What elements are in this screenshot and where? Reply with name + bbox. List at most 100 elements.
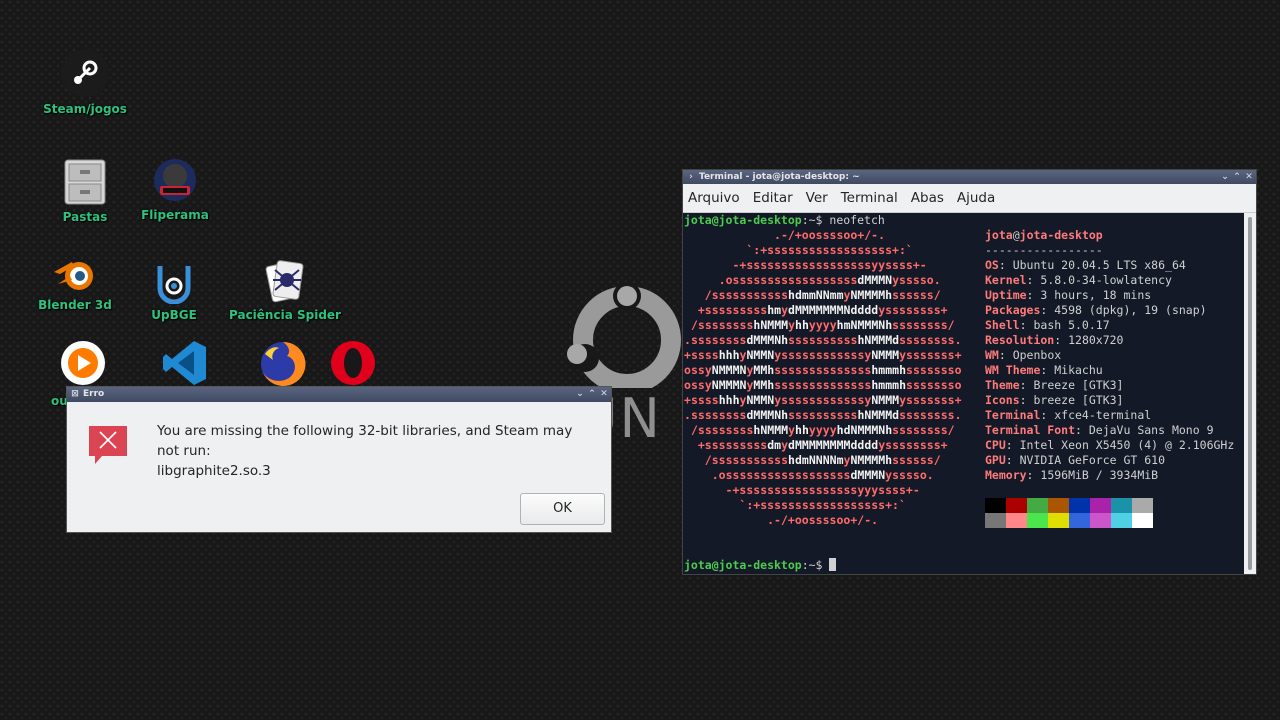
dialog-message-line: You are missing the following 32-bit lib… [157,423,573,459]
scrollbar-thumb[interactable] [1248,217,1252,570]
close-icon[interactable]: ✕ [599,389,609,399]
opera-icon [331,341,375,385]
ascii-art-line: +sssssssssdmydMMMMMMMMddddyssssssss+ [697,438,948,452]
color-swatch [1048,498,1069,513]
menu-arquivo[interactable]: Arquivo [688,190,740,206]
info-row: OS: Ubuntu 20.04.5 LTS x86_64 [985,258,1186,273]
prompt-user: jota@jota-desktop [684,213,802,227]
info-row: Icons: breeze [GTK3] [985,393,1123,408]
desktop-icon-opera[interactable] [293,340,413,386]
info-header: jota@jota-desktop [985,228,1103,243]
terminal-title: Terminal - jota@jota-desktop: ~ [699,172,860,182]
color-swatch [1069,513,1090,528]
upbge-icon [157,266,191,304]
info-key: Uptime [985,288,1027,302]
color-swatch [1048,513,1069,528]
ascii-art-line: .ossssssssssssssssssdMMMNysssso. [718,273,941,287]
dialog-titlebar[interactable]: ⊠ Erro ⌄ ⌃ ✕ [67,387,611,402]
info-value: : xfce4-terminal [1040,408,1152,422]
ascii-art-line: ossyNMMMNyMMhsssssssssssssshmmmhssssssso [684,378,962,392]
vscode-icon [163,341,206,385]
desktop-icon-fliperama[interactable]: Fliperama [115,158,235,222]
spider-solitaire-icon [265,260,304,303]
error-dialog: ⊠ Erro ⌄ ⌃ ✕ You are missing the followi… [66,386,612,533]
info-row: Shell: bash 5.0.17 [985,318,1110,333]
ascii-art-line: `:+ssssssssssssssssss+:` [746,243,913,257]
ascii-art-line: `:+ssssssssssssssssss+:` [739,498,906,512]
info-key: OS [985,258,999,272]
terminal-scrollbar[interactable] [1244,213,1256,574]
close-icon[interactable]: ✕ [1244,172,1254,182]
info-key: Shell [985,318,1020,332]
color-swatch [1027,498,1048,513]
ascii-art-line: .ossssssssssssssssssdMMMNysssso. [711,468,934,482]
desktop-icon-label: Fliperama [141,208,209,222]
color-swatch [1111,498,1132,513]
info-value: : Ubuntu 20.04.5 LTS x86_64 [998,258,1186,272]
info-key: Packages [985,303,1041,317]
info-value: : 1280x720 [1054,333,1124,347]
info-key: Memory [985,468,1027,482]
prompt-path: :~$ [801,558,823,572]
play-music-icon [61,341,105,385]
info-row: Terminal Font: DejaVu Sans Mono 9 [985,423,1214,438]
minimize-icon[interactable]: ⌄ [1220,172,1230,182]
prompt-line: jota@jota-desktop:~$ [684,558,837,573]
menu-ajuda[interactable]: Ajuda [957,190,995,206]
menu-terminal[interactable]: Terminal [841,190,898,206]
color-swatch [1006,513,1027,528]
minimize-icon[interactable]: ⌄ [575,389,585,399]
info-row: Memory: 1596MiB / 3934MiB [985,468,1158,483]
desktop-icon-upbge[interactable]: UpBGE [114,262,234,322]
color-swatch [1132,513,1153,528]
ascii-art-line: .-/+oossssoo+/-. [767,513,879,527]
info-row: Theme: Breeze [GTK3] [985,378,1123,393]
ascii-art-line: /sssssssshNMMMyhhyyyyhmNMMMNhssssssss/ [690,318,955,332]
menu-abas[interactable]: Abas [911,190,944,206]
steam-icon [61,49,109,97]
info-key: Kernel [985,273,1027,287]
ascii-art-line: ossyNMMMNyMMhsssssssssssssshmmmhssssssso [684,363,962,377]
maximize-icon[interactable]: ⌃ [587,389,597,399]
info-row: Terminal: xfce4-terminal [985,408,1151,423]
info-user: jota [985,228,1013,242]
info-key: CPU [985,438,1006,452]
desktop-icon-label: Steam/jogos [43,102,127,116]
mame-icon [154,159,196,201]
command-text: neofetch [822,213,885,227]
info-separator: ----------------- [985,243,1103,257]
command-line: jota@jota-desktop:~$ neofetch [684,213,885,228]
text-cursor [829,558,837,571]
color-swatch [1132,498,1153,513]
error-icon [89,426,127,464]
desktop-icon-steam[interactable]: Steam/jogos [25,48,145,116]
desktop-icon-label: UpBGE [151,308,197,322]
info-value: : Intel Xeon X5450 (4) @ 2.106GHz [1005,438,1235,452]
ascii-art-line: /ssssssssssshdmNNNNmyNMMMMhssssss/ [704,453,941,467]
color-swatch [1069,498,1090,513]
terminal-titlebar[interactable]: › Terminal - jota@jota-desktop: ~ ⌄ ⌃ ✕ [683,170,1256,184]
menu-ver[interactable]: Ver [806,190,828,206]
terminal-window: › Terminal - jota@jota-desktop: ~ ⌄ ⌃ ✕ … [682,169,1257,575]
info-key: WM [985,348,999,362]
info-value: : 5.8.0-34-lowlatency [1026,273,1172,287]
window-menu-icon[interactable]: › [686,172,696,182]
color-swatch [985,513,1006,528]
ubuntu-logo-icon [567,282,681,388]
ascii-art-line: .-/+oossssoo+/-. [774,228,886,242]
window-menu-icon[interactable]: ⊠ [70,389,80,399]
info-value: : breeze [GTK3] [1019,393,1124,407]
menu-editar[interactable]: Editar [753,190,793,206]
ascii-art-line: -+sssssssssssssssssyyyssss+- [725,483,920,497]
maximize-icon[interactable]: ⌃ [1232,172,1242,182]
color-swatch [1090,498,1111,513]
ascii-art-line: /ssssssssssshdmmNNmmyNMMMMhssssss/ [704,288,941,302]
desktop-icon-paciencia-spider[interactable]: Paciência Spider [225,258,345,322]
dialog-library-name: libgraphite2.so.3 [157,463,271,479]
info-value: : Breeze [GTK3] [1019,378,1124,392]
ascii-art-line: -+ssssssssssssssssssyyssss+- [732,258,927,272]
color-swatch [985,498,1006,513]
prompt-user: jota@jota-desktop [684,558,802,572]
ok-button[interactable]: OK [520,493,605,525]
terminal-screen[interactable]: jota@jota-desktop:~$ neofetch .-/+oossss… [683,213,1244,574]
